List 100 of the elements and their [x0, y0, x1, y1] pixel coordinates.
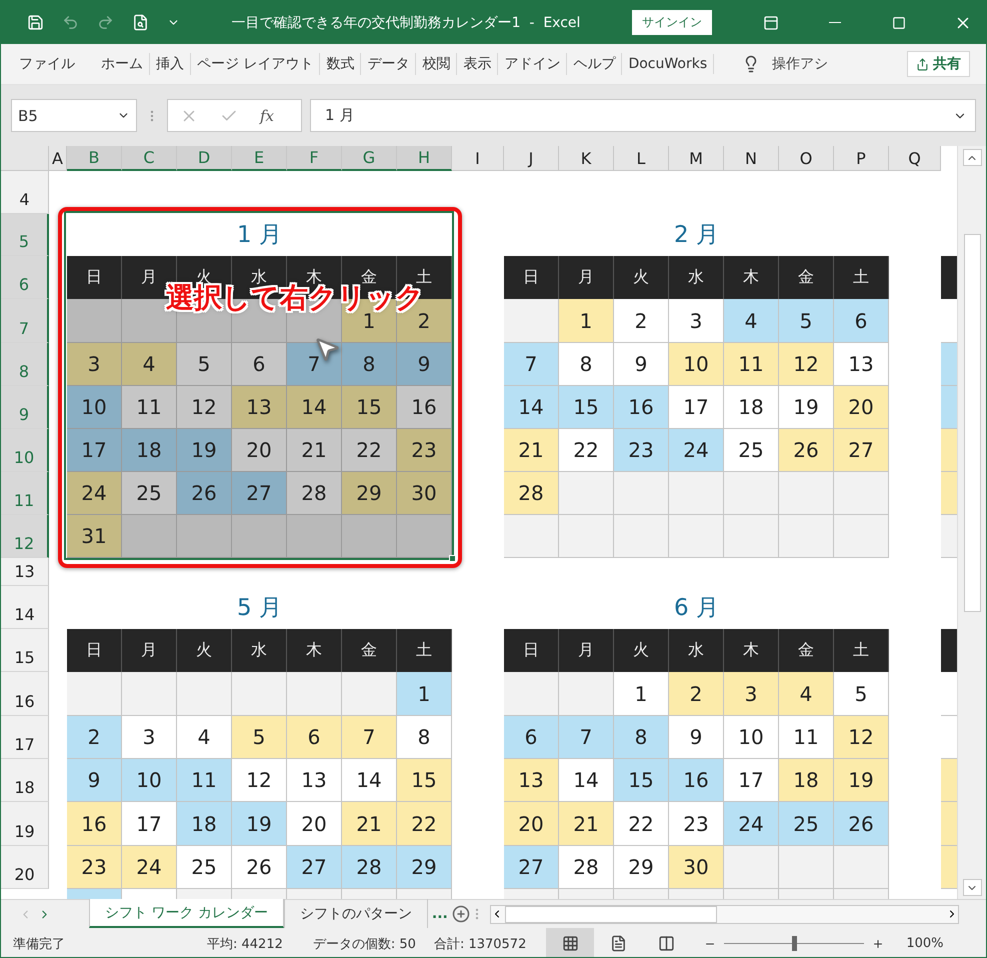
day-cell[interactable]: 5: [779, 299, 834, 343]
day-cell[interactable]: 1: [397, 672, 452, 716]
day-cell[interactable]: 20: [834, 386, 889, 429]
column-header[interactable]: I: [452, 146, 504, 171]
select-all-corner[interactable]: [1, 146, 49, 171]
column-header[interactable]: B: [67, 146, 122, 171]
day-cell[interactable]: 4: [122, 343, 177, 386]
zoom-in-icon[interactable]: [872, 938, 884, 950]
day-cell[interactable]: 16: [614, 386, 669, 429]
day-cell[interactable]: 10: [724, 716, 779, 759]
day-cell[interactable]: 29: [342, 472, 397, 515]
day-cell[interactable]: 23: [614, 429, 669, 472]
row-header[interactable]: 8: [1, 343, 49, 386]
day-cell[interactable]: 12: [834, 716, 889, 759]
day-cell[interactable]: [941, 343, 958, 386]
ribbon-tab[interactable]: ファイル: [13, 53, 95, 75]
row-header[interactable]: 4: [1, 171, 49, 214]
day-cell[interactable]: 14: [559, 759, 614, 802]
day-cell[interactable]: 28: [504, 472, 559, 515]
day-cell[interactable]: 6: [834, 299, 889, 343]
ribbon-tab[interactable]: 数式: [320, 53, 362, 75]
ribbon-tab[interactable]: アドイン: [498, 53, 568, 75]
more-sheets-button[interactable]: ...: [428, 906, 452, 922]
scroll-down-button[interactable]: [962, 879, 982, 896]
day-cell[interactable]: 23: [669, 802, 724, 846]
day-cell[interactable]: 31: [67, 515, 122, 558]
day-cell[interactable]: 22: [614, 802, 669, 846]
day-cell[interactable]: 1: [559, 299, 614, 343]
fill-handle[interactable]: [449, 555, 456, 562]
day-cell[interactable]: 2: [614, 299, 669, 343]
day-cell[interactable]: 11: [177, 759, 232, 802]
day-cell[interactable]: 30: [397, 472, 452, 515]
day-cell[interactable]: [941, 515, 958, 558]
ribbon-tab[interactable]: ホーム: [95, 53, 150, 75]
day-cell[interactable]: 18: [177, 802, 232, 846]
day-cell[interactable]: 14: [287, 386, 342, 429]
day-cell[interactable]: 8: [559, 343, 614, 386]
day-cell[interactable]: 19: [177, 429, 232, 472]
column-header[interactable]: Q: [889, 146, 941, 171]
tell-me-button[interactable]: 操作アシ: [736, 54, 834, 74]
day-cell[interactable]: 21: [504, 429, 559, 472]
day-cell[interactable]: 17: [122, 802, 177, 846]
column-header[interactable]: K: [559, 146, 614, 171]
day-cell[interactable]: 14: [342, 759, 397, 802]
day-cell[interactable]: 6: [232, 343, 287, 386]
day-cell[interactable]: 12: [232, 759, 287, 802]
day-cell[interactable]: 2: [669, 672, 724, 716]
day-cell[interactable]: 25: [724, 429, 779, 472]
normal-view-button[interactable]: [546, 928, 594, 957]
day-cell[interactable]: 13: [504, 759, 559, 802]
day-cell[interactable]: 22: [559, 429, 614, 472]
row-header[interactable]: 18: [1, 759, 49, 802]
day-cell[interactable]: 5: [232, 716, 287, 759]
column-header[interactable]: D: [177, 146, 232, 171]
day-cell[interactable]: 9: [397, 343, 452, 386]
day-cell[interactable]: 15: [559, 386, 614, 429]
column-header[interactable]: F: [287, 146, 342, 171]
day-cell[interactable]: 16: [67, 802, 122, 846]
column-header[interactable]: M: [669, 146, 724, 171]
day-cell[interactable]: 18: [122, 429, 177, 472]
row-header[interactable]: 11: [1, 472, 49, 515]
day-cell[interactable]: 13: [232, 386, 287, 429]
day-cell[interactable]: 20: [504, 802, 559, 846]
name-box[interactable]: B5: [11, 99, 137, 132]
day-cell[interactable]: 24: [669, 429, 724, 472]
print-preview-icon[interactable]: [132, 14, 149, 31]
row-header[interactable]: 7: [1, 299, 49, 343]
new-sheet-icon[interactable]: [452, 905, 470, 923]
day-cell[interactable]: 21: [342, 802, 397, 846]
day-cell[interactable]: 30: [669, 846, 724, 889]
day-cell[interactable]: 2: [67, 716, 122, 759]
day-cell[interactable]: [941, 846, 958, 889]
day-cell[interactable]: 21: [559, 802, 614, 846]
day-cell[interactable]: 17: [724, 759, 779, 802]
row-header[interactable]: 9: [1, 386, 49, 429]
day-cell[interactable]: 21: [287, 429, 342, 472]
day-cell[interactable]: 16: [397, 386, 452, 429]
day-cell[interactable]: 13: [834, 343, 889, 386]
row-header[interactable]: 20: [1, 846, 49, 889]
day-cell[interactable]: 13: [287, 759, 342, 802]
day-cell[interactable]: 12: [779, 343, 834, 386]
day-cell[interactable]: 22: [397, 802, 452, 846]
day-cell[interactable]: 24: [67, 472, 122, 515]
day-cell[interactable]: 23: [67, 846, 122, 889]
day-cell[interactable]: 24: [724, 802, 779, 846]
column-header[interactable]: H: [397, 146, 452, 171]
row-header[interactable]: 19: [1, 802, 49, 846]
day-cell[interactable]: [941, 802, 958, 846]
column-header[interactable]: C: [122, 146, 177, 171]
row-header[interactable]: 12: [1, 515, 49, 558]
ribbon-tab[interactable]: 校閲: [416, 53, 458, 75]
day-cell[interactable]: 27: [232, 472, 287, 515]
day-cell[interactable]: 19: [232, 802, 287, 846]
day-cell[interactable]: 3: [122, 716, 177, 759]
day-cell[interactable]: 27: [834, 429, 889, 472]
sign-in-button[interactable]: サインイン: [632, 10, 712, 35]
row-header[interactable]: 6: [1, 256, 49, 299]
day-cell[interactable]: 6: [287, 716, 342, 759]
row-header[interactable]: 17: [1, 716, 49, 759]
column-header[interactable]: A: [49, 146, 67, 171]
